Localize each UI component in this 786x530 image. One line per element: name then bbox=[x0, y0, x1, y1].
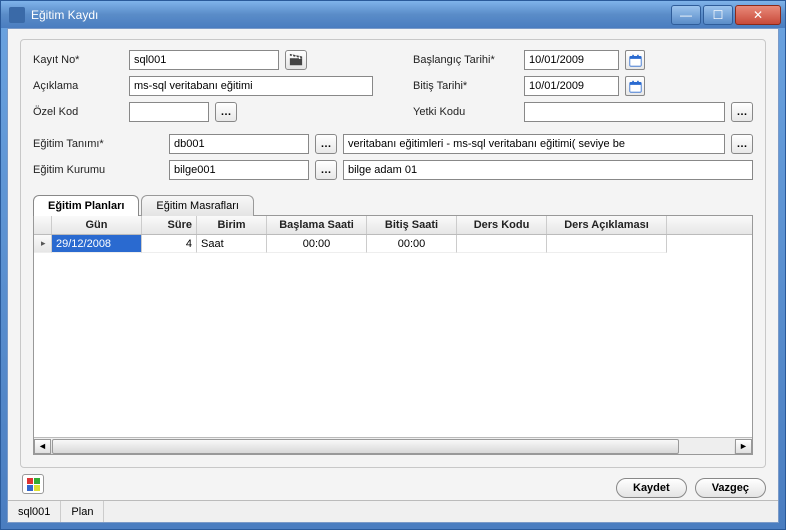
grid-header-gun[interactable]: Gün bbox=[52, 216, 142, 234]
aciklama-label: Açıklama bbox=[33, 80, 123, 92]
yetki-kodu-input[interactable] bbox=[524, 102, 725, 122]
grid-header: Gün Süre Birim Başlama Saati Bitiş Saati… bbox=[34, 216, 752, 235]
egitim-tanimi-kod-input[interactable] bbox=[169, 134, 309, 154]
baslangic-tarihi-label: Başlangıç Tarihi* bbox=[413, 54, 518, 66]
tab-egitim-masraflari[interactable]: Eğitim Masrafları bbox=[141, 195, 254, 216]
yetki-kodu-label: Yetki Kodu bbox=[413, 106, 518, 118]
egitim-tanimi-aciklama-lookup-button[interactable]: … bbox=[731, 134, 753, 154]
kayit-no-input[interactable] bbox=[129, 50, 279, 70]
aciklama-input[interactable] bbox=[129, 76, 373, 96]
app-icon bbox=[9, 7, 25, 23]
egitim-tanimi-aciklama-input[interactable] bbox=[343, 134, 725, 154]
grid-header-select[interactable] bbox=[34, 216, 52, 234]
egitim-kurumu-lookup-button[interactable]: … bbox=[315, 160, 337, 180]
titlebar: Eğitim Kaydı — ☐ ✕ bbox=[1, 1, 785, 28]
tab-label: Eğitim Planları bbox=[48, 200, 124, 212]
bitis-tarihi-label: Bitiş Tarihi* bbox=[413, 80, 518, 92]
statusbar-cell-1: sql001 bbox=[8, 501, 61, 522]
app-window: Eğitim Kaydı — ☐ ✕ Kayıt No* Aç bbox=[0, 0, 786, 530]
grid-body[interactable]: 29/12/2008 4 Saat 00:00 00:00 bbox=[34, 235, 752, 437]
close-button[interactable]: ✕ bbox=[735, 5, 781, 25]
minimize-button[interactable]: — bbox=[671, 5, 701, 25]
cell-sure[interactable]: 4 bbox=[142, 235, 197, 253]
left-column: Kayıt No* Açıklama Özel Kod … bbox=[33, 50, 373, 128]
tab-panel-planlari: Gün Süre Birim Başlama Saati Bitiş Saati… bbox=[33, 215, 753, 455]
cell-birim[interactable]: Saat bbox=[197, 235, 267, 253]
cell-gun[interactable]: 29/12/2008 bbox=[52, 235, 142, 253]
right-column: Başlangıç Tarihi* Bitiş Tarihi* bbox=[413, 50, 753, 128]
cell-ders-aciklamasi[interactable] bbox=[547, 235, 667, 253]
top-columns: Kayıt No* Açıklama Özel Kod … bbox=[33, 50, 753, 128]
maximize-button[interactable]: ☐ bbox=[703, 5, 733, 25]
egitim-kurumu-aciklama-input[interactable] bbox=[343, 160, 753, 180]
kaydet-button[interactable]: Kaydet bbox=[616, 478, 687, 498]
grid-header-baslama[interactable]: Başlama Saati bbox=[267, 216, 367, 234]
tabs-area: Eğitim Planları Eğitim Masrafları Gün Sü… bbox=[33, 194, 753, 455]
egitim-kurumu-kod-input[interactable] bbox=[169, 160, 309, 180]
table-row[interactable]: 29/12/2008 4 Saat 00:00 00:00 bbox=[34, 235, 752, 253]
grid-header-ders-kodu[interactable]: Ders Kodu bbox=[457, 216, 547, 234]
window-controls: — ☐ ✕ bbox=[671, 5, 781, 25]
cell-baslama[interactable]: 00:00 bbox=[267, 235, 367, 253]
statusbar: sql001 Plan bbox=[8, 500, 778, 522]
kayit-no-label: Kayıt No* bbox=[33, 54, 123, 66]
grid-header-birim[interactable]: Birim bbox=[197, 216, 267, 234]
grid-header-sure[interactable]: Süre bbox=[142, 216, 197, 234]
egitim-tanimi-lookup-button[interactable]: … bbox=[315, 134, 337, 154]
egitim-kurumu-label: Eğitim Kurumu bbox=[33, 164, 163, 176]
baslangic-calendar-icon[interactable] bbox=[625, 50, 645, 70]
cell-ders-kodu[interactable] bbox=[457, 235, 547, 253]
horizontal-scrollbar[interactable]: ◄ ► bbox=[34, 437, 752, 454]
baslangic-tarihi-input[interactable] bbox=[524, 50, 619, 70]
client-area: Kayıt No* Açıklama Özel Kod … bbox=[7, 28, 779, 523]
ozel-kod-label: Özel Kod bbox=[33, 106, 123, 118]
vazgec-button[interactable]: Vazgeç bbox=[695, 478, 766, 498]
scroll-thumb[interactable] bbox=[52, 439, 679, 454]
color-picker-button[interactable] bbox=[22, 474, 44, 494]
statusbar-cell-2: Plan bbox=[61, 501, 104, 522]
row-indicator-icon bbox=[34, 235, 52, 253]
tab-egitim-planlari[interactable]: Eğitim Planları bbox=[33, 195, 139, 216]
bitis-calendar-icon[interactable] bbox=[625, 76, 645, 96]
cell-bitis[interactable]: 00:00 bbox=[367, 235, 457, 253]
window-title: Eğitim Kaydı bbox=[31, 8, 671, 22]
ozel-kod-lookup-button[interactable]: … bbox=[215, 102, 237, 122]
scroll-left-icon[interactable]: ◄ bbox=[34, 439, 51, 454]
grid-header-ders-aciklamasi[interactable]: Ders Açıklaması bbox=[547, 216, 667, 234]
yetki-kodu-lookup-button[interactable]: … bbox=[731, 102, 753, 122]
footer-buttons: Kaydet Vazgeç bbox=[8, 474, 778, 500]
ozel-kod-input[interactable] bbox=[129, 102, 209, 122]
clapper-icon[interactable] bbox=[285, 50, 307, 70]
scroll-track[interactable] bbox=[52, 439, 734, 454]
bitis-tarihi-input[interactable] bbox=[524, 76, 619, 96]
tabstrip: Eğitim Planları Eğitim Masrafları bbox=[33, 194, 753, 215]
grid-header-bitis[interactable]: Bitiş Saati bbox=[367, 216, 457, 234]
scroll-right-icon[interactable]: ► bbox=[735, 439, 752, 454]
egitim-tanimi-label: Eğitim Tanımı* bbox=[33, 138, 163, 150]
form-panel: Kayıt No* Açıklama Özel Kod … bbox=[20, 39, 766, 468]
